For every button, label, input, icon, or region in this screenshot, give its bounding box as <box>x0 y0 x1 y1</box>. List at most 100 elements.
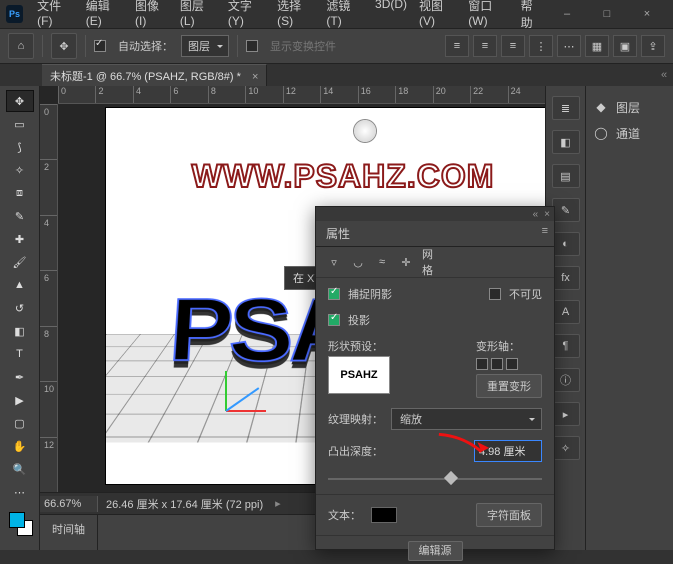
foreground-color[interactable] <box>9 512 25 528</box>
catch-shadow-checkbox[interactable] <box>328 288 340 300</box>
align-icon[interactable]: ≡ <box>445 35 469 57</box>
home-icon[interactable]: ⌂ <box>8 33 34 59</box>
coord-icon[interactable]: ✛ <box>398 254 414 270</box>
pen-tool[interactable]: ✒ <box>6 366 34 388</box>
edit-source-button[interactable]: 编辑源 <box>408 541 463 561</box>
ruler-horizontal[interactable]: 024681012141618202224 <box>58 86 545 104</box>
3d-mode-icon[interactable]: ▦ <box>585 35 609 57</box>
menu-help[interactable]: 帮助 <box>517 0 547 33</box>
axis-y-toggle[interactable] <box>491 358 503 370</box>
axis-z-toggle[interactable] <box>506 358 518 370</box>
character-panel-icon[interactable]: A <box>552 300 580 324</box>
align-icon[interactable]: ≡ <box>501 35 525 57</box>
collapse-icon[interactable]: « <box>533 209 539 220</box>
axis-y[interactable] <box>225 371 227 411</box>
history-brush-tool[interactable]: ↺ <box>6 297 34 319</box>
brush-tool[interactable]: 🖌 <box>6 251 34 273</box>
texture-map-dropdown[interactable]: 缩放 <box>391 408 542 430</box>
deform-icon[interactable]: ◡ <box>350 254 366 270</box>
menu-layer[interactable]: 图层(L) <box>176 0 220 33</box>
shape-tool[interactable]: ▢ <box>6 412 34 434</box>
history-panel-icon[interactable]: ≣ <box>552 96 580 120</box>
hand-tool[interactable]: ✋ <box>6 435 34 457</box>
healing-tool[interactable]: ✚ <box>6 228 34 250</box>
marquee-tool[interactable]: ▭ <box>6 113 34 135</box>
brush-panel-icon[interactable]: ✎ <box>552 198 580 222</box>
menu-image[interactable]: 图像(I) <box>131 0 172 33</box>
menu-filter[interactable]: 滤镜(T) <box>322 0 367 33</box>
menu-file[interactable]: 文件(F) <box>33 0 78 33</box>
panel-chrome[interactable]: «× <box>316 207 554 221</box>
eyedropper-tool[interactable]: ✎ <box>6 205 34 227</box>
color-swatches[interactable] <box>7 510 33 536</box>
auto-select-checkbox[interactable] <box>94 40 106 52</box>
doc-info[interactable]: 26.46 厘米 x 17.64 厘米 (72 ppi) <box>98 494 271 514</box>
align-icon[interactable]: ≡ <box>473 35 497 57</box>
reset-deform-button[interactable]: 重置变形 <box>476 374 542 398</box>
magic-wand-tool[interactable]: ✧ <box>6 159 34 181</box>
zoom-field[interactable]: 66.67% <box>40 496 98 512</box>
collapse-icon[interactable]: « <box>655 69 673 81</box>
swatches-panel-icon[interactable]: ▤ <box>552 164 580 188</box>
extrude-depth-slider[interactable] <box>328 472 542 486</box>
shape-preset-thumb[interactable]: PSAHZ <box>328 356 390 394</box>
layers-panel-row[interactable]: ◆ 图层 <box>592 94 667 120</box>
menu-view[interactable]: 视图(V) <box>415 0 460 33</box>
path-select-tool[interactable]: ▶ <box>6 389 34 411</box>
minimize-button[interactable]: – <box>547 2 587 26</box>
adjustments-panel-icon[interactable]: ◐ <box>552 232 580 256</box>
actions-panel-icon[interactable]: ▸ <box>552 402 580 426</box>
show-transform-checkbox[interactable] <box>246 40 258 52</box>
align-icon[interactable]: ⋯ <box>557 35 581 57</box>
move-tool[interactable]: ✥ <box>6 90 34 112</box>
crop-tool[interactable]: ⧈ <box>6 182 34 204</box>
eraser-tool[interactable]: ◧ <box>6 320 34 342</box>
lasso-tool[interactable]: ⟆ <box>6 136 34 158</box>
share-icon[interactable]: ⇪ <box>641 35 665 57</box>
panel-menu-icon[interactable]: ≡ <box>536 221 554 246</box>
channels-panel-row[interactable]: ◯ 通道 <box>592 120 667 146</box>
paragraph-panel-icon[interactable]: ¶ <box>552 334 580 358</box>
tab-close-icon[interactable]: × <box>252 71 258 83</box>
3d-axis-gizmo[interactable] <box>226 352 286 412</box>
invisible-checkbox[interactable] <box>489 288 501 300</box>
close-icon[interactable]: × <box>544 209 550 220</box>
auto-select-dropdown[interactable]: 图层 <box>181 35 229 57</box>
axis-z[interactable] <box>225 387 259 412</box>
slider-thumb[interactable] <box>444 471 458 485</box>
menu-edit[interactable]: 编辑(E) <box>82 0 127 33</box>
stamp-tool[interactable]: ▲ <box>6 274 34 296</box>
align-icon[interactable]: ⋮ <box>529 35 553 57</box>
text-color-swatch[interactable] <box>371 507 397 523</box>
axis-x-toggle[interactable] <box>476 358 488 370</box>
maximize-button[interactable]: □ <box>587 2 627 26</box>
info-panel-icon[interactable]: ⓘ <box>552 368 580 392</box>
timeline-tab[interactable]: 时间轴 <box>40 515 98 550</box>
styles-panel-icon[interactable]: fx <box>552 266 580 290</box>
color-panel-icon[interactable]: ◧ <box>552 130 580 154</box>
tool-presets-icon[interactable]: ✧ <box>552 436 580 460</box>
cast-shadow-checkbox[interactable] <box>328 314 340 326</box>
3d-light-widget[interactable] <box>354 120 376 142</box>
mesh-icon[interactable]: ▿ <box>326 254 342 270</box>
cap-icon[interactable]: ≈ <box>374 254 390 270</box>
document-tab[interactable]: 未标题-1 @ 66.7% (PSAHZ, RGB/8#) * × <box>42 64 267 87</box>
close-button[interactable]: × <box>627 2 667 26</box>
menu-window[interactable]: 窗口(W) <box>464 0 512 33</box>
ruler-vertical[interactable]: 024681012 <box>40 104 58 492</box>
menu-select[interactable]: 选择(S) <box>273 0 318 33</box>
3d-mode-icon[interactable]: ▣ <box>613 35 637 57</box>
edit-toolbar[interactable]: ⋯ <box>6 481 34 503</box>
ruler-tick: 24 <box>508 86 545 103</box>
extrude-depth-input[interactable]: 4.98 厘米 <box>474 440 542 462</box>
properties-panel[interactable]: «× 属性 ≡ ▿ ◡ ≈ ✛ 网格 捕捉阴影 不可见 投影 形状预设： PSA… <box>315 206 555 550</box>
menu-3d[interactable]: 3D(D) <box>371 0 411 33</box>
character-panel-button[interactable]: 字符面板 <box>476 503 542 527</box>
menu-type[interactable]: 文字(Y) <box>224 0 269 33</box>
move-tool-icon[interactable]: ✥ <box>51 33 77 59</box>
properties-tab[interactable]: 属性 <box>316 221 360 246</box>
axis-x[interactable] <box>226 410 266 412</box>
type-tool[interactable]: T <box>6 343 34 365</box>
zoom-tool[interactable]: 🔍 <box>6 458 34 480</box>
info-dropdown-icon[interactable]: ▸ <box>275 497 281 510</box>
